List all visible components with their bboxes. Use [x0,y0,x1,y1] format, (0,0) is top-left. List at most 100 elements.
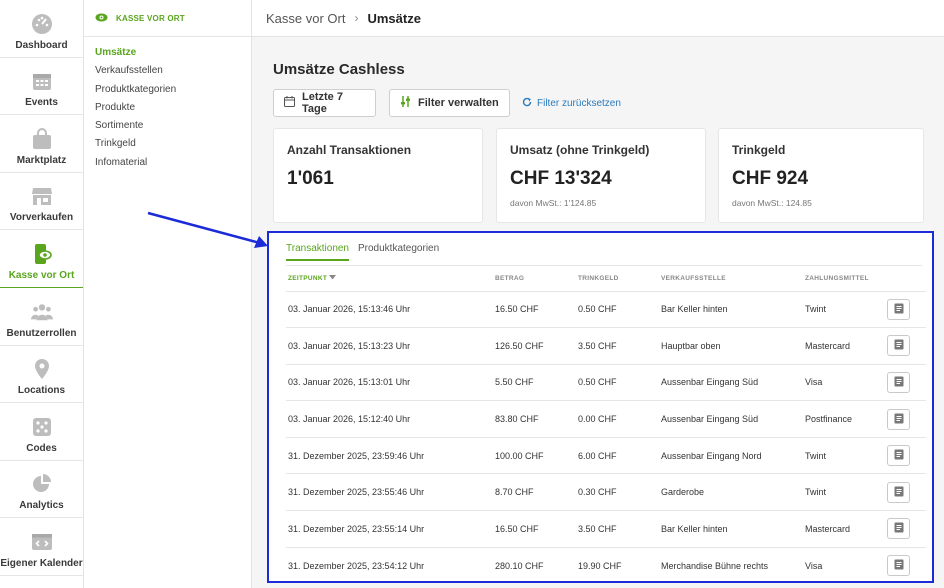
cell-zahlungsmittel: Twint [805,473,887,511]
nav-marktplatz[interactable]: Marktplatz [0,115,83,173]
nav-analytics[interactable]: Analytics [0,461,83,519]
kpi-title: Trinkgeld [732,143,786,157]
subnav-item-infomaterial[interactable]: Infomaterial [95,154,251,172]
nav-codes[interactable]: Codes [0,403,83,461]
users-icon [30,301,53,323]
section-header: KASSE VOR ORT [84,0,251,37]
receipt-button[interactable] [887,445,910,467]
column-header-betrag[interactable]: BETRAG [495,267,578,291]
cell-verkaufsstelle: Aussenbar Eingang Süd [661,400,805,438]
receipt-button[interactable] [887,555,910,577]
breadcrumb-parent[interactable]: Kasse vor Ort [266,11,345,26]
store-icon [31,185,53,207]
column-header-zeitpunkt[interactable]: ZEITPUNKT [286,267,495,291]
cell-zahlungsmittel: Twint [805,290,887,328]
table-row: 31. Dezember 2025, 23:55:14 Uhr 16.50 CHF… [286,510,926,548]
cell-zeitpunkt: 31. Dezember 2025, 23:59:46 Uhr [286,436,495,474]
cell-zahlungsmittel: Postfinance [805,400,887,438]
cell-verkaufsstelle: Aussenbar Eingang Süd [661,363,805,401]
kpi-subtext: davon MwSt.: 1'124.85 [510,198,597,208]
dashboard-icon [31,13,53,35]
subnav-item-sortimente[interactable]: Sortimente [95,117,251,135]
cell-trinkgeld: 0.50 CHF [578,290,661,328]
sliders-icon [400,96,411,110]
document-icon [894,559,904,572]
nav-label: Dashboard [15,39,68,51]
column-header-zahlungsmittel[interactable]: ZAHLUNGSMITTEL [805,267,887,291]
subnav-item-umsaetze[interactable]: Umsätze [95,44,251,62]
nav-dashboard[interactable]: Dashboard [0,0,83,58]
cell-verkaufsstelle: Bar Keller hinten [661,290,805,328]
receipt-button[interactable] [887,518,910,540]
manage-filter-button[interactable]: Filter verwalten [389,89,510,117]
main-content: Umsätze Cashless Letzte 7 Tage Filter ve… [252,37,944,588]
calendar-icon [284,96,295,110]
transactions-table: ZEITPUNKT BETRAG TRINKGELD VERKAUFSSTELL… [286,267,926,584]
nav-vorverkaufen[interactable]: Vorverkaufen [0,173,83,231]
cell-verkaufsstelle: Bar Keller hinten [661,510,805,548]
nav-eigener-kalender[interactable]: Eigener Kalender [0,518,83,576]
cell-zeitpunkt: 03. Januar 2026, 15:12:40 Uhr [286,400,495,438]
date-filter-label: Letzte 7 Tage [302,91,343,115]
nav-kasse-vor-ort[interactable]: Kasse vor Ort [0,230,83,288]
cell-trinkgeld: 0.50 CHF [578,363,661,401]
cell-actions [887,546,926,584]
subnav-item-produktkategorien[interactable]: Produktkategorien [95,81,251,99]
subnav-item-produkte[interactable]: Produkte [95,99,251,117]
document-icon [894,339,904,352]
cell-betrag: 126.50 CHF [495,327,578,365]
receipt-button[interactable] [887,481,910,503]
section-title: KASSE VOR ORT [116,13,185,23]
calendar-icon [31,70,53,92]
kpi-subtext: davon MwSt.: 124.85 [732,198,812,208]
cell-zeitpunkt: 03. Januar 2026, 15:13:01 Uhr [286,363,495,401]
cell-betrag: 280.10 CHF [495,546,578,584]
date-filter-button[interactable]: Letzte 7 Tage [273,89,376,117]
receipt-button[interactable] [887,408,910,430]
kpi-title: Umsatz (ohne Trinkgeld) [510,143,650,157]
column-header-verkaufsstelle[interactable]: VERKAUFSSTELLE [661,267,805,291]
cell-verkaufsstelle: Garderobe [661,473,805,511]
column-header-trinkgeld[interactable]: TRINKGELD [578,267,661,291]
reset-filter-label: Filter zurücksetzen [537,98,621,109]
nav-locations[interactable]: Locations [0,346,83,404]
reset-filter-link[interactable]: Filter zurücksetzen [522,97,621,110]
cell-zeitpunkt: 31. Dezember 2025, 23:55:14 Uhr [286,510,495,548]
cell-zeitpunkt: 31. Dezember 2025, 23:54:12 Uhr [286,546,495,584]
kpi-value: 1'061 [287,168,334,189]
cell-verkaufsstelle: Merchandise Bühne rechts [661,546,805,584]
receipt-button[interactable] [887,335,910,357]
table-row: 03. Januar 2026, 15:13:46 Uhr 16.50 CHF 0.… [286,290,926,328]
cell-zeitpunkt: 03. Januar 2026, 15:13:23 Uhr [286,327,495,365]
column-header-actions [887,267,926,291]
tab-transaktionen[interactable]: Transaktionen [286,243,349,261]
refresh-icon [522,97,532,110]
dice-icon [31,416,53,438]
cell-trinkgeld: 19.90 CHF [578,546,661,584]
subnav-item-verkaufsstellen[interactable]: Verkaufsstellen [95,62,251,80]
subnav-item-trinkgeld[interactable]: Trinkgeld [95,135,251,153]
section-sidebar: KASSE VOR ORT Umsätze Verkaufsstellen Pr… [84,0,252,588]
nav-benutzerrollen[interactable]: Benutzerrollen [0,288,83,346]
cell-betrag: 100.00 CHF [495,436,578,474]
section-menu: Umsätze Verkaufsstellen Produktkategorie… [84,37,251,172]
table-row: 03. Januar 2026, 15:13:23 Uhr 126.50 CHF 3… [286,327,926,365]
nav-events[interactable]: Events [0,58,83,116]
cell-zahlungsmittel: Visa [805,363,887,401]
cell-betrag: 8.70 CHF [495,473,578,511]
cell-actions [887,400,926,438]
cell-zahlungsmittel: Mastercard [805,327,887,365]
nav-label: Eigener Kalender [0,557,83,569]
receipt-button[interactable] [887,298,910,320]
document-icon [894,376,904,389]
cell-verkaufsstelle: Aussenbar Eingang Nord [661,436,805,474]
cell-actions [887,363,926,401]
nav-label: Benutzerrollen [6,327,77,339]
pie-chart-icon [31,473,53,495]
tab-produktkategorien[interactable]: Produktkategorien [358,243,439,261]
nav-label: Locations [17,385,66,397]
cell-trinkgeld: 6.00 CHF [578,436,661,474]
location-pin-icon [31,358,53,380]
document-icon [894,303,904,316]
receipt-button[interactable] [887,371,910,393]
